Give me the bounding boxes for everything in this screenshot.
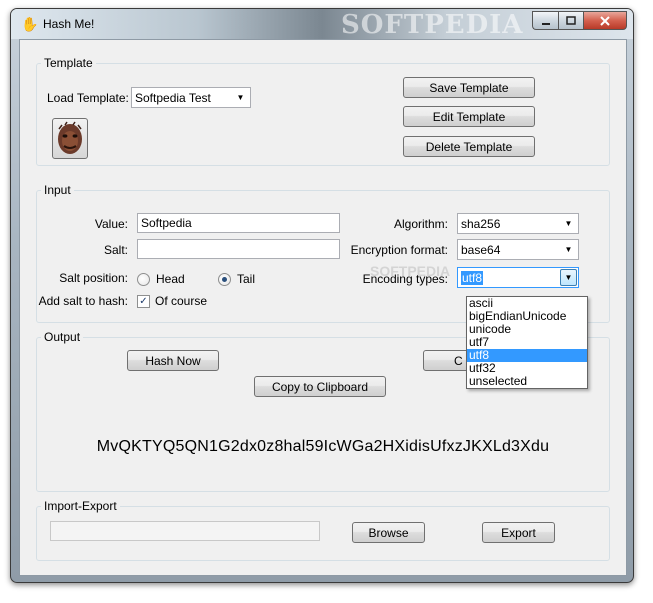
client-area: Template Load Template: Softpedia Test ▼… [19, 39, 627, 576]
maximize-button[interactable] [558, 11, 583, 30]
encryption-format-select[interactable]: base64 ▼ [457, 239, 579, 260]
of-course-checkbox[interactable]: ✓ [137, 295, 150, 308]
head-radio-label[interactable]: Head [156, 272, 185, 286]
encryption-format-value: base64 [461, 243, 501, 257]
load-template-label: Load Template: [47, 91, 129, 105]
softpedia-watermark: SOFTPEDIA [341, 10, 524, 40]
template-avatar-button[interactable] [52, 118, 88, 159]
export-button[interactable]: Export [482, 522, 555, 543]
encoding-types-dropdown: ascii bigEndianUnicode unicode utf7 utf8 utf3… [466, 296, 588, 389]
title-bar[interactable]: ✋ Hash Me! SOFTPEDIA [11, 9, 633, 40]
maximize-icon [566, 15, 576, 25]
app-window: ✋ Hash Me! SOFTPEDIA Template Load Templ… [10, 8, 634, 583]
close-button[interactable] [583, 11, 627, 30]
chevron-down-icon: ▼ [564, 245, 573, 254]
value-label: Value: [94, 217, 128, 231]
load-template-select[interactable]: Softpedia Test ▼ [131, 87, 251, 108]
hash-now-button[interactable]: Hash Now [127, 350, 219, 371]
output-legend: Output [44, 330, 81, 344]
add-salt-label: Add salt to hash: [38, 294, 128, 308]
encryption-format-label: Encryption format: [350, 243, 448, 257]
chevron-down-icon: ▼ [236, 93, 245, 102]
encoding-types-value: utf8 [461, 271, 484, 285]
import-path-input[interactable] [50, 521, 320, 541]
salt-label: Salt: [103, 243, 128, 257]
salt-input[interactable] [137, 239, 340, 259]
delete-template-button[interactable]: Delete Template [403, 136, 535, 157]
chevron-down-icon: ▼ [564, 219, 573, 228]
encoding-types-select[interactable]: utf8 ▼ [457, 267, 579, 288]
chevron-down-icon: ▼ [560, 269, 577, 286]
head-radio[interactable] [137, 273, 150, 286]
hand-icon: ✋ [21, 16, 39, 32]
hash-output-text: MvQKTYQ5QN1G2dx0z8hal59IcWGa2HXidisUfxzJ… [96, 438, 550, 455]
minimize-button[interactable] [532, 11, 558, 30]
close-icon [600, 15, 610, 26]
encoding-option[interactable]: unselected [467, 375, 587, 388]
save-template-button[interactable]: Save Template [403, 77, 535, 98]
algorithm-value: sha256 [461, 217, 501, 231]
tail-radio-label[interactable]: Tail [237, 272, 255, 286]
softpedia-watermark-faint: SOFTPEDIA [370, 263, 451, 279]
browse-button[interactable]: Browse [352, 522, 425, 543]
tail-radio[interactable] [218, 273, 231, 286]
load-template-value: Softpedia Test [135, 91, 211, 105]
window-title: Hash Me! [43, 17, 95, 31]
caption-buttons [532, 11, 627, 30]
minimize-icon [541, 22, 550, 25]
chewbacca-icon [58, 121, 82, 154]
of-course-label[interactable]: Of course [155, 294, 207, 308]
algorithm-select[interactable]: sha256 ▼ [457, 213, 579, 234]
input-legend: Input [44, 183, 71, 197]
import-export-legend: Import-Export [44, 499, 117, 513]
value-input[interactable]: Softpedia [137, 213, 340, 233]
algorithm-label: Algorithm: [393, 217, 448, 231]
salt-position-label: Salt position: [59, 271, 128, 285]
edit-template-button[interactable]: Edit Template [403, 106, 535, 127]
copy-to-clipboard-button[interactable]: Copy to Clipboard [254, 376, 386, 397]
template-legend: Template [44, 56, 93, 70]
